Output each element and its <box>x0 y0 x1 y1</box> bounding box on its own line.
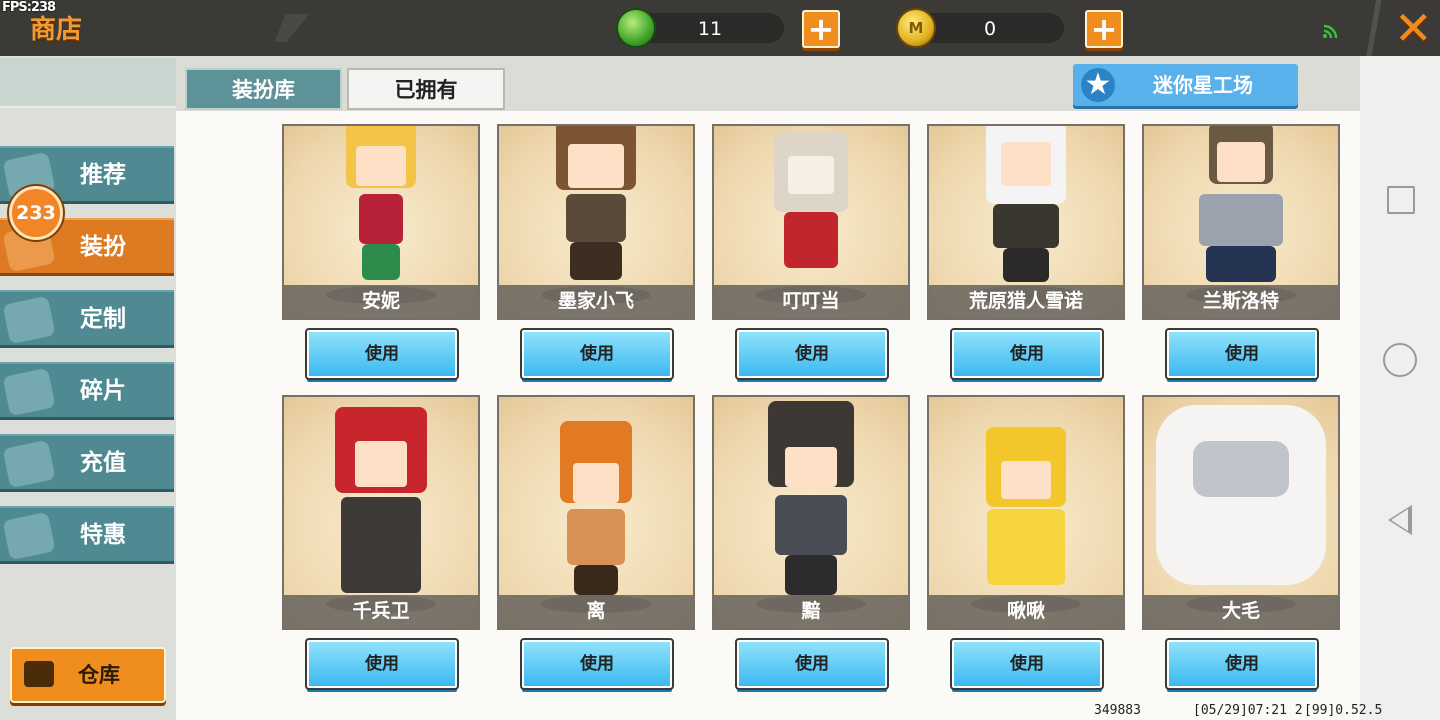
character-face <box>1217 142 1265 182</box>
skin-name: 黯 <box>714 595 908 628</box>
use-button[interactable]: 使用 <box>520 328 674 380</box>
sidebar-item-label: 定制 <box>80 306 126 332</box>
character-body <box>784 212 838 268</box>
character-body <box>567 509 625 565</box>
skin-name: 离 <box>499 595 693 628</box>
home-button[interactable] <box>1383 343 1417 377</box>
skin-card[interactable]: 兰斯洛特 <box>1142 124 1340 320</box>
character-body <box>775 495 847 555</box>
character-body <box>359 194 403 244</box>
sidebar-item-label: 装扮 <box>80 234 126 260</box>
sidebar-item-deals[interactable]: 特惠 <box>0 506 174 564</box>
skin-card[interactable]: 离 <box>497 395 695 630</box>
character-face <box>356 146 406 186</box>
character-face <box>788 156 834 194</box>
warehouse-button[interactable]: 仓库 <box>10 647 166 703</box>
mini-studio-label: 迷你星工场 <box>1153 73 1253 97</box>
character-legs <box>785 555 837 595</box>
skin-card[interactable]: 墨家小飞 <box>497 124 695 320</box>
character-legs <box>574 565 618 595</box>
character-body <box>341 497 421 593</box>
character-face <box>785 447 837 487</box>
character-body <box>993 204 1059 248</box>
use-button[interactable]: 使用 <box>950 638 1104 690</box>
green-gem-icon <box>616 8 656 48</box>
character-armor <box>1199 194 1283 246</box>
character-face <box>568 144 624 188</box>
use-button[interactable]: 使用 <box>305 328 459 380</box>
gold-currency-display: 0 <box>916 13 1064 43</box>
character-face <box>1193 441 1289 497</box>
sidebar-item-label: 特惠 <box>80 522 126 548</box>
use-button[interactable]: 使用 <box>1165 328 1319 380</box>
skin-name: 千兵卫 <box>284 595 478 628</box>
timestamp: [05/29]07:21 2 <box>1193 703 1303 718</box>
character-body <box>566 194 626 242</box>
add-gold-currency-button[interactable]: + <box>1085 10 1123 48</box>
skin-card[interactable]: 大毛 <box>1142 395 1340 630</box>
skin-card[interactable]: 黯 <box>712 395 910 630</box>
recent-apps-button[interactable] <box>1387 186 1415 214</box>
skin-name: 墨家小飞 <box>499 285 693 318</box>
skin-card[interactable]: 荒原猎人雪诺 <box>927 124 1125 320</box>
warehouse-label: 仓库 <box>78 663 120 687</box>
skin-card[interactable]: 千兵卫 <box>282 395 480 630</box>
mini-studio-button[interactable]: ★ 迷你星工场 <box>1073 64 1298 106</box>
gold-coin-icon: M <box>896 8 936 48</box>
sidebar-item-fragments[interactable]: 碎片 <box>0 362 174 420</box>
skin-name: 大毛 <box>1144 595 1338 628</box>
character-legs <box>1003 248 1049 282</box>
skin-name: 兰斯洛特 <box>1144 285 1338 318</box>
character-legs <box>362 244 400 280</box>
skin-name: 叮叮当 <box>714 285 908 318</box>
use-button[interactable]: 使用 <box>950 328 1104 380</box>
sidebar-header <box>0 58 176 108</box>
character-cape <box>1206 246 1276 282</box>
gift-icon <box>2 511 56 561</box>
character-face <box>1001 142 1051 186</box>
green-currency-value: 11 <box>697 18 723 40</box>
back-button[interactable] <box>1388 505 1412 535</box>
chest-icon <box>24 661 54 687</box>
fragment-icon <box>2 367 56 417</box>
decorative-stripe <box>274 14 334 42</box>
coins-icon <box>2 439 56 489</box>
skin-card[interactable]: 啾啾 <box>927 395 1125 630</box>
version-label: [99]0.52.5 <box>1304 703 1383 718</box>
close-button[interactable]: ✕ <box>1394 3 1433 53</box>
character-face <box>1001 461 1051 499</box>
character-body <box>987 509 1065 585</box>
gold-currency-value: 0 <box>983 18 997 40</box>
sidebar-item-label: 碎片 <box>80 378 126 404</box>
gold-coin-symbol: M <box>908 19 924 37</box>
skin-name: 啾啾 <box>929 595 1123 628</box>
sidebar-item-label: 推荐 <box>80 162 126 188</box>
skin-name: 荒原猎人雪诺 <box>929 285 1123 318</box>
sidebar-item-recharge[interactable]: 充值 <box>0 434 174 492</box>
character-face <box>355 441 407 487</box>
green-currency-display: 11 <box>636 13 784 43</box>
star-icon: ★ <box>1081 68 1115 102</box>
sidebar-item-custom[interactable]: 定制 <box>0 290 174 348</box>
skin-name: 安妮 <box>284 285 478 318</box>
tab-owned[interactable]: 已拥有 <box>347 68 505 110</box>
notification-badge: 233 <box>9 186 63 240</box>
sidebar-item-label: 充值 <box>80 450 126 476</box>
use-button[interactable]: 使用 <box>735 638 889 690</box>
add-green-currency-button[interactable]: + <box>802 10 840 48</box>
use-button[interactable]: 使用 <box>520 638 674 690</box>
skin-card[interactable]: 叮叮当 <box>712 124 910 320</box>
fps-counter: FPS:238 <box>2 0 56 15</box>
use-button[interactable]: 使用 <box>305 638 459 690</box>
signal-icon <box>1322 20 1340 43</box>
skin-card[interactable]: 安妮 <box>282 124 480 320</box>
tab-dressup-library[interactable]: 装扮库 <box>185 68 342 110</box>
player-id: 349883 <box>1094 703 1141 718</box>
character-face <box>573 463 619 503</box>
pencil-icon <box>2 295 56 345</box>
character-legs <box>570 242 622 280</box>
use-button[interactable]: 使用 <box>1165 638 1319 690</box>
use-button[interactable]: 使用 <box>735 328 889 380</box>
decorative-stripe <box>1360 0 1386 56</box>
